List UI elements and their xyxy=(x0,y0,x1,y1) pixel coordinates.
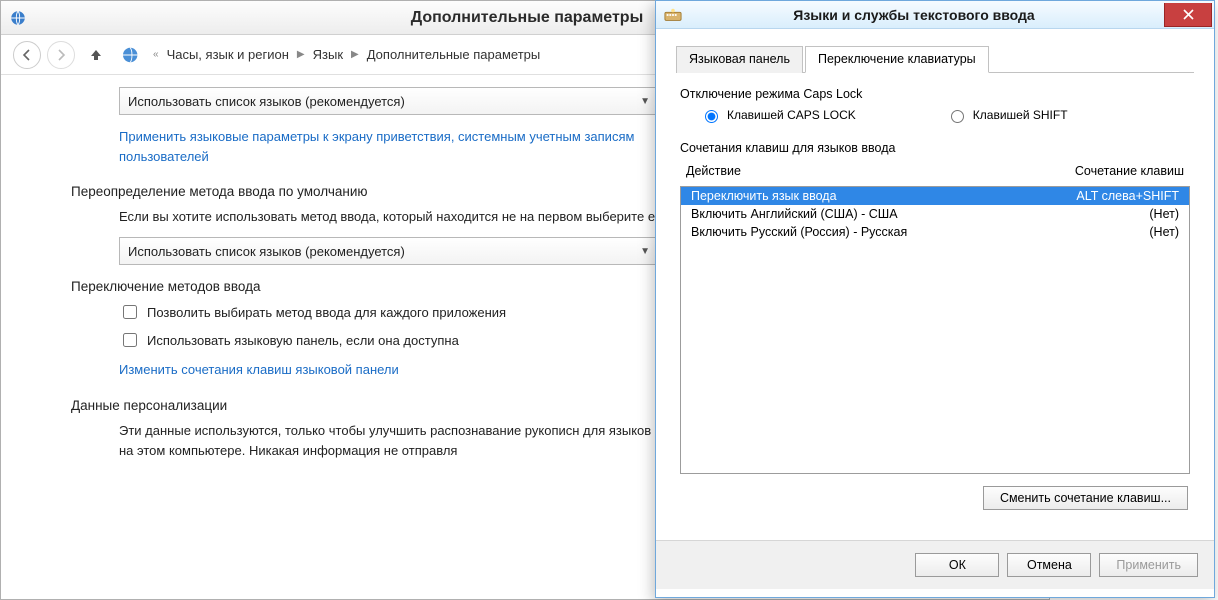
radio-input[interactable] xyxy=(951,110,964,123)
checkbox-label: Позволить выбирать метод ввода для каждо… xyxy=(147,305,506,320)
cancel-button[interactable]: Отмена xyxy=(1007,553,1091,577)
hotkey-row[interactable]: Включить Английский (США) - США (Нет) xyxy=(681,205,1189,223)
col-keys: Сочетание клавиш xyxy=(1044,164,1184,178)
hotkey-row[interactable]: Переключить язык ввода ALT слева+SHIFT xyxy=(681,187,1189,205)
dialog-titlebar: Языки и службы текстового ввода xyxy=(656,1,1214,29)
breadcrumb-item[interactable]: Язык xyxy=(313,47,343,62)
hotkey-list[interactable]: Переключить язык ввода ALT слева+SHIFT В… xyxy=(680,186,1190,474)
chevron-down-icon: ▼ xyxy=(640,246,650,257)
text-services-dialog: Языки и службы текстового ввода Языковая… xyxy=(655,0,1215,598)
hotkey-action: Включить Русский (Россия) - Русская xyxy=(691,225,1039,239)
personalization-text: Эти данные используются, только чтобы ул… xyxy=(119,421,709,461)
change-keysequence-button[interactable]: Сменить сочетание клавиш... xyxy=(983,486,1188,510)
chevron-right-icon: ▶ xyxy=(351,49,359,60)
apply-button[interactable]: Применить xyxy=(1099,553,1198,577)
tab-language-bar[interactable]: Языковая панель xyxy=(676,46,803,73)
tab-keyboard-switch[interactable]: Переключение клавиатуры xyxy=(805,46,989,73)
chevron-down-icon: ▼ xyxy=(640,96,650,107)
region-icon xyxy=(121,46,143,64)
radio-shift[interactable]: Клавишей SHIFT xyxy=(946,107,1068,123)
checkbox-input[interactable] xyxy=(123,333,137,347)
dropdown-value: Использовать список языков (рекомендуетс… xyxy=(128,94,405,109)
dialog-title: Языки и службы текстового ввода xyxy=(664,7,1164,23)
checkbox-label: Использовать языковую панель, если она д… xyxy=(147,333,459,348)
welcome-screen-link[interactable]: Применить языковые параметры к экрану пр… xyxy=(119,127,679,166)
checkbox-input[interactable] xyxy=(123,305,137,319)
dialog-footer: ОК Отмена Применить xyxy=(656,541,1214,589)
forward-button[interactable] xyxy=(47,41,75,69)
ok-button[interactable]: ОК xyxy=(915,553,999,577)
default-input-dropdown[interactable]: Использовать список языков (рекомендуетс… xyxy=(119,237,659,265)
hotkey-action: Включить Английский (США) - США xyxy=(691,207,1039,221)
dialog-body: Языковая панель Переключение клавиатуры … xyxy=(656,29,1214,541)
radio-capslock[interactable]: Клавишей CAPS LOCK xyxy=(700,107,856,123)
breadcrumb: « Часы, язык и регион ▶ Язык ▶ Дополните… xyxy=(153,47,540,62)
override-input-text: Если вы хотите использовать метод ввода,… xyxy=(119,207,709,227)
breadcrumb-item[interactable]: Часы, язык и регион xyxy=(167,47,289,62)
tab-bar: Языковая панель Переключение клавиатуры xyxy=(676,45,1194,73)
breadcrumb-prefix: « xyxy=(153,49,159,60)
hotkey-action: Переключить язык ввода xyxy=(691,189,1039,203)
up-button[interactable] xyxy=(85,44,107,66)
close-button[interactable] xyxy=(1164,3,1212,27)
capslock-radio-group: Клавишей CAPS LOCK Клавишей SHIFT xyxy=(700,107,1194,123)
dropdown-value: Использовать список языков (рекомендуетс… xyxy=(128,244,405,259)
hotkeys-group-label: Сочетания клавиш для языков ввода xyxy=(680,141,1194,155)
radio-input[interactable] xyxy=(705,110,718,123)
breadcrumb-item[interactable]: Дополнительные параметры xyxy=(367,47,541,62)
hotkeys-link[interactable]: Изменить сочетания клавиш языковой панел… xyxy=(119,360,679,380)
radio-label: Клавишей SHIFT xyxy=(973,108,1068,122)
radio-label: Клавишей CAPS LOCK xyxy=(727,108,856,122)
hotkey-keys: (Нет) xyxy=(1039,207,1179,221)
back-button[interactable] xyxy=(13,41,41,69)
hotkey-keys: ALT слева+SHIFT xyxy=(1039,189,1179,203)
capslock-group-label: Отключение режима Caps Lock xyxy=(680,87,1194,101)
col-action: Действие xyxy=(686,164,1044,178)
hotkey-list-header: Действие Сочетание клавиш xyxy=(676,161,1194,182)
chevron-right-icon: ▶ xyxy=(297,49,305,60)
display-language-dropdown[interactable]: Использовать список языков (рекомендуетс… xyxy=(119,87,659,115)
hotkey-row[interactable]: Включить Русский (Россия) - Русская (Нет… xyxy=(681,223,1189,241)
globe-icon xyxy=(9,9,27,27)
hotkey-keys: (Нет) xyxy=(1039,225,1179,239)
close-icon xyxy=(1183,9,1194,20)
